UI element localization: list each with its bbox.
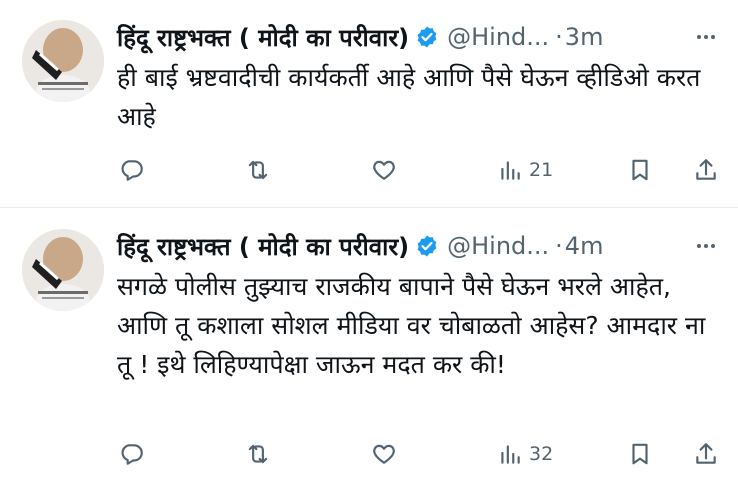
views-chart-icon bbox=[501, 161, 520, 180]
user-handle[interactable]: @Hind... bbox=[447, 232, 549, 260]
tweet-text: ही बाई भ्रष्टवादीची कार्यकर्ती आहे आणि प… bbox=[117, 63, 701, 131]
reply-icon bbox=[121, 444, 143, 465]
retweet-button[interactable] bbox=[245, 439, 271, 469]
display-name[interactable]: हिंदू राष्ट्रभक्त ( मोदी का परीवार) bbox=[117, 230, 409, 263]
views-button[interactable]: 21 bbox=[497, 155, 553, 185]
views-count: 32 bbox=[529, 443, 554, 465]
separator-dot: · bbox=[555, 23, 563, 51]
bookmark-button[interactable] bbox=[627, 155, 653, 185]
share-icon bbox=[696, 443, 716, 464]
more-options-icon[interactable] bbox=[694, 234, 718, 258]
share-icon bbox=[696, 159, 716, 180]
timestamp[interactable]: 4m bbox=[565, 232, 604, 260]
views-button[interactable]: 32 bbox=[497, 439, 553, 469]
retweet-icon bbox=[248, 160, 268, 180]
reply-button[interactable] bbox=[119, 439, 145, 469]
tweet[interactable]: हिंदू राष्ट्रभक्त ( मोदी का परीवार) @Hin… bbox=[0, 209, 738, 491]
tweet[interactable]: हिंदू राष्ट्रभक्त ( मोदी का परीवार) @Hin… bbox=[0, 0, 738, 208]
retweet-icon bbox=[248, 444, 268, 464]
verified-badge-icon bbox=[415, 25, 439, 49]
avatar[interactable] bbox=[22, 229, 104, 311]
action-bar: 32 bbox=[117, 439, 722, 469]
heart-icon bbox=[373, 160, 395, 180]
like-button[interactable] bbox=[371, 439, 397, 469]
avatar[interactable] bbox=[22, 20, 104, 102]
bookmark-icon bbox=[632, 443, 648, 465]
views-count: 21 bbox=[529, 159, 554, 181]
share-button[interactable] bbox=[693, 439, 719, 469]
action-bar: 21 bbox=[117, 155, 722, 185]
more-options-icon[interactable] bbox=[694, 25, 718, 49]
tweet-text: सगळे पोलीस तुझ्याच राजकीय बापाने पैसे घे… bbox=[117, 272, 706, 379]
separator-dot: · bbox=[555, 232, 563, 260]
retweet-button[interactable] bbox=[245, 155, 271, 185]
reply-button[interactable] bbox=[119, 155, 145, 185]
bookmark-icon bbox=[632, 159, 648, 181]
verified-badge-icon bbox=[415, 234, 439, 258]
display-name[interactable]: हिंदू राष्ट्रभक्त ( मोदी का परीवार) bbox=[117, 21, 409, 54]
heart-icon bbox=[373, 444, 395, 464]
views-chart-icon bbox=[501, 445, 520, 464]
timestamp[interactable]: 3m bbox=[565, 23, 604, 51]
bookmark-button[interactable] bbox=[627, 439, 653, 469]
reply-icon bbox=[121, 160, 143, 181]
like-button[interactable] bbox=[371, 155, 397, 185]
user-handle[interactable]: @Hind... bbox=[447, 23, 549, 51]
share-button[interactable] bbox=[693, 155, 719, 185]
